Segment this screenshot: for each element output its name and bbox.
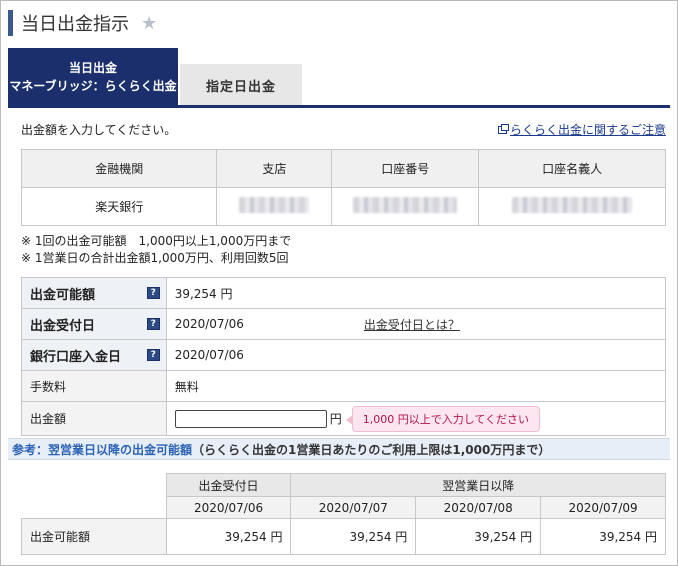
available-value: 39,254 円 [165, 277, 667, 309]
amount-value-cell: 39,254 円 [165, 518, 292, 555]
amount-unit: 円 [329, 412, 342, 426]
corner-cell [22, 474, 167, 497]
amount-value-cell: 39,254 円 [290, 518, 417, 555]
account-number-redacted [353, 197, 458, 213]
receipt-label: 出金受付日 [30, 318, 96, 334]
help-icon[interactable]: ? [146, 287, 160, 299]
account-holder-header: 口座名義人 [478, 149, 666, 188]
available-label-cell: 出金可能額? [21, 277, 167, 309]
instruction-text: 出金額を入力してください。 [21, 123, 177, 137]
future-available-label: 出金可能額 [21, 518, 167, 555]
branch-cell [216, 187, 333, 226]
help-link-label: らくらく出金に関するご注意 [509, 123, 666, 137]
account-holder-cell [478, 187, 666, 226]
tab-same-day-withdrawal[interactable]: 当日出金 マネーブリッジ：らくらく出金 [8, 48, 178, 106]
receipt-value-cell: 2020/07/06 出金受付日とは？ [165, 308, 667, 340]
external-link-icon [497, 123, 509, 134]
deposit-label-cell: 銀行口座入金日? [21, 339, 167, 371]
bank-name: 楽天銀行 [20, 187, 218, 226]
account-number-header: 口座番号 [331, 149, 480, 188]
receipt-value: 2020/07/06 [174, 317, 244, 331]
amount-cell: 円 1,000 円以上で入力してください [165, 401, 667, 436]
help-link[interactable]: らくらく出金に関するご注意 [497, 121, 666, 138]
available-label: 出金可能額 [30, 287, 96, 303]
amount-input[interactable] [174, 409, 327, 428]
deposit-label: 銀行口座入金日 [30, 349, 122, 365]
note-line: ※ 1回の出金可能額 1,000円以上1,000万円まで [21, 234, 292, 248]
reference-section-header: 参考：翌営業日以降の出金可能額 （らくらく出金の1営業日あたりのご利用上限は1,… [8, 438, 670, 460]
reference-title: 参考：翌営業日以降の出金可能額 [12, 442, 193, 457]
date-cell: 2020/07/08 [415, 496, 542, 519]
receipt-label-cell: 出金受付日? [21, 308, 167, 340]
branch-redacted [239, 197, 310, 213]
date-cell: 2020/07/09 [540, 496, 666, 519]
next-business-days-header: 翌営業日以降 [290, 473, 666, 497]
fee-value: 無料 [165, 370, 667, 402]
page-title: 当日出金指示 [21, 14, 129, 35]
withdrawal-info-table: 出金可能額? 39,254 円 出金受付日? 2020/07/06 出金受付日と… [21, 277, 667, 436]
branch-header: 支店 [216, 149, 333, 188]
bank-account-table: 金融機関 支店 口座番号 口座名義人 楽天銀行 [20, 149, 666, 226]
tab-scheduled-withdrawal[interactable]: 指定日出金 [180, 64, 302, 106]
tab-label-line1: 当日出金 [68, 61, 117, 75]
date-cell: 2020/07/07 [290, 496, 417, 519]
account-number-cell [331, 187, 480, 226]
title-accent-bar [8, 10, 13, 36]
date-cell: 2020/07/06 [165, 496, 292, 519]
fee-label: 手数料 [21, 370, 167, 402]
corner-cell [22, 497, 167, 519]
help-icon[interactable]: ? [146, 318, 160, 330]
deposit-value: 2020/07/06 [165, 339, 667, 371]
help-icon[interactable]: ? [146, 349, 160, 361]
star-icon[interactable]: ★ [141, 13, 157, 34]
amount-value-cell: 39,254 円 [540, 518, 666, 555]
reference-subtitle: （らくらく出金の1営業日あたりのご利用上限は1,000万円まで） [192, 442, 551, 457]
bank-header: 金融機関 [20, 149, 218, 188]
note-line: ※ 1営業日の合計出金額1,000万円、利用回数5回 [21, 251, 289, 265]
account-holder-redacted [512, 197, 633, 213]
tab-underline [8, 105, 670, 108]
page-header: 当日出金指示 ★ [8, 8, 157, 38]
future-availability-table: 出金受付日 翌営業日以降 2020/07/06 2020/07/07 2020/… [21, 473, 666, 555]
amount-validation-tooltip: 1,000 円以上で入力してください [345, 405, 541, 432]
receipt-date-header: 出金受付日 [165, 473, 292, 497]
tab-label-line2: マネーブリッジ：らくらく出金 [9, 79, 177, 93]
amount-value-cell: 39,254 円 [415, 518, 542, 555]
limit-notes: ※ 1回の出金可能額 1,000円以上1,000万円まで ※ 1営業日の合計出金… [21, 233, 291, 267]
receipt-date-info-link[interactable]: 出金受付日とは？ [364, 316, 460, 333]
amount-label: 出金額 [21, 401, 167, 436]
